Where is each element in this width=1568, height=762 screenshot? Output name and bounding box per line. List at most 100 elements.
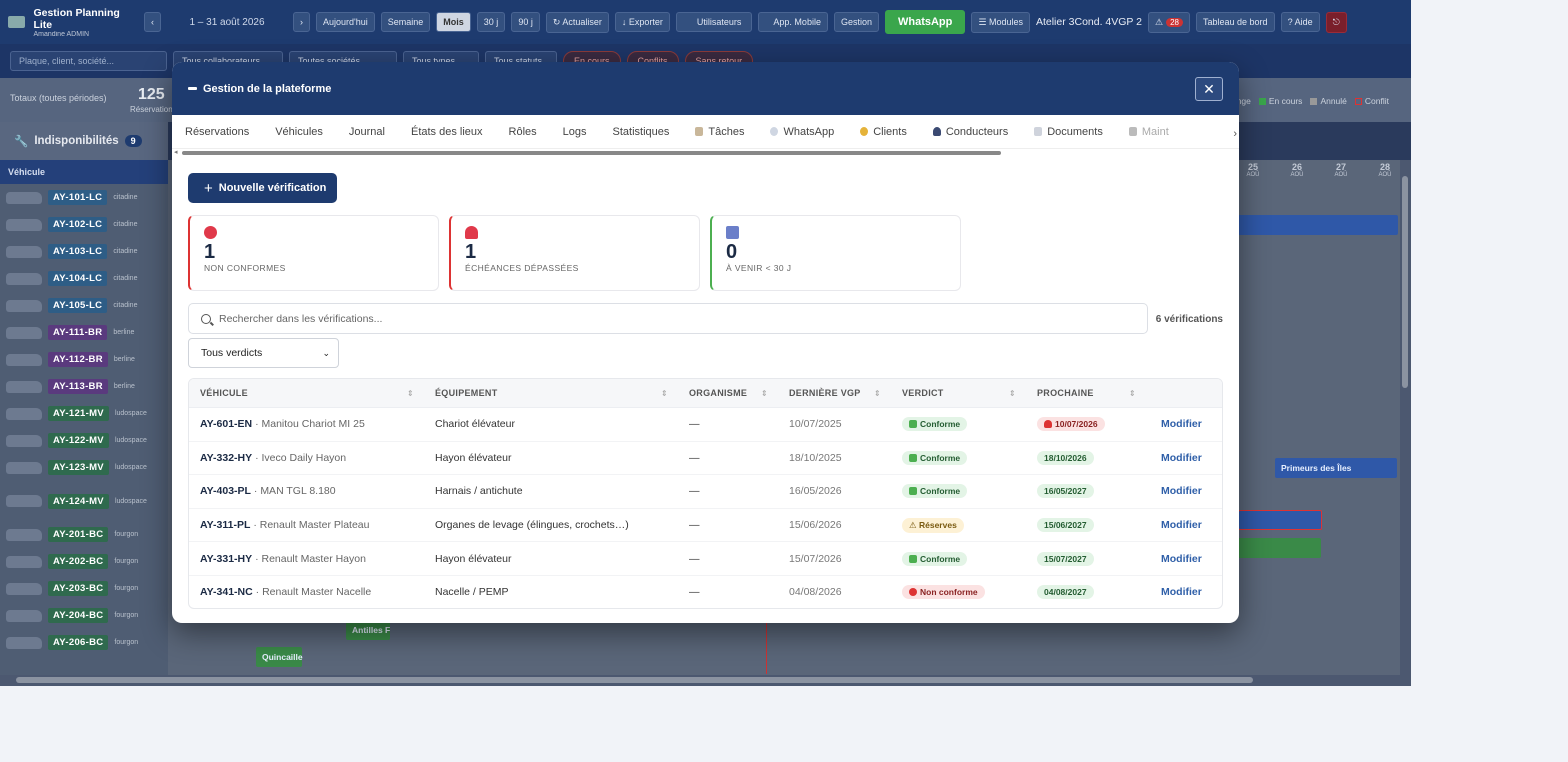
month-button[interactable]: Mois bbox=[436, 12, 471, 32]
vehicle-row[interactable]: AY-112-BR berline bbox=[0, 346, 168, 373]
alerts-count: 28 bbox=[1166, 17, 1183, 27]
tab-vehicules[interactable]: Véhicules bbox=[275, 126, 323, 138]
export-button[interactable]: ↓ Exporter bbox=[614, 12, 670, 32]
vehicle-row[interactable]: AY-122-MV ludospace bbox=[0, 427, 168, 454]
tabs-scrollbar[interactable] bbox=[182, 151, 1001, 155]
whatsapp-button[interactable]: WhatsApp bbox=[884, 10, 966, 34]
unavailability-toggle[interactable]: 🔧 Indisponibilités 9 bbox=[0, 122, 168, 160]
cell-prochaine: 15/07/2027 bbox=[1026, 551, 1150, 566]
cell-verdict: Conforme bbox=[891, 551, 1026, 566]
tab-whatsapp[interactable]: WhatsApp bbox=[770, 126, 834, 138]
col-vehicule[interactable]: VÉHICULE ⇕ bbox=[189, 379, 424, 407]
cell-organisme: — bbox=[689, 485, 700, 498]
tab-reservations[interactable]: Réservations bbox=[185, 126, 249, 138]
col-prochaine[interactable]: PROCHAINE ⇕ bbox=[1026, 379, 1146, 407]
tab-maintenance[interactable]: Maint bbox=[1128, 126, 1169, 138]
tab-documents[interactable]: Documents bbox=[1034, 126, 1103, 138]
mobile-app-button[interactable]: App. Mobile bbox=[758, 12, 828, 32]
tab-statistiques[interactable]: Statistiques bbox=[613, 126, 670, 138]
car-icon bbox=[6, 380, 42, 393]
col-equipement[interactable]: ÉQUIPEMENT ⇕ bbox=[424, 379, 678, 407]
alerts-button[interactable]: ⚠ 28 bbox=[1148, 11, 1190, 33]
edit-link[interactable]: Modifier bbox=[1161, 519, 1202, 531]
table-header: VÉHICULE ⇕ ÉQUIPEMENT ⇕ ORGANISME ⇕ DERNIÈR… bbox=[189, 379, 1222, 408]
verification-search-input[interactable]: Rechercher dans les vérifications... bbox=[188, 303, 1148, 334]
vehicle-row[interactable]: AY-124-MV ludospace bbox=[0, 481, 168, 521]
verdict-filter-select[interactable]: Tous verdicts ⌄ bbox=[188, 338, 339, 368]
vehicle-row[interactable]: AY-123-MV ludospace bbox=[0, 454, 168, 481]
bell-icon bbox=[1044, 420, 1052, 429]
close-button[interactable]: ✕ bbox=[1195, 77, 1223, 101]
minus-icon bbox=[188, 87, 197, 90]
tab-etats-des-lieux[interactable]: États des lieux bbox=[411, 126, 483, 138]
vehicle-row[interactable]: AY-103-LC citadine bbox=[0, 238, 168, 265]
horizontal-scroll-thumb[interactable] bbox=[16, 677, 1253, 683]
next-date-badge: 15/07/2027 bbox=[1037, 551, 1094, 566]
week-button[interactable]: Semaine bbox=[380, 12, 431, 32]
90-days-button[interactable]: 90 j bbox=[511, 12, 540, 32]
legend-annule: Annulé bbox=[1320, 96, 1347, 106]
vertical-scrollbar[interactable] bbox=[1400, 160, 1411, 675]
vehicle-row[interactable]: AY-111-BR berline bbox=[0, 319, 168, 346]
reservation-bar-primeurs[interactable]: Primeurs des Îles bbox=[1275, 458, 1397, 478]
vehicle-row[interactable]: AY-201-BC fourgon bbox=[0, 521, 168, 548]
reservation-bar-antilles[interactable]: Antilles F bbox=[346, 620, 390, 640]
reservation-bar-encours[interactable] bbox=[1238, 538, 1321, 558]
tab-roles[interactable]: Rôles bbox=[509, 126, 537, 138]
edit-link[interactable]: Modifier bbox=[1161, 418, 1202, 430]
30-days-button[interactable]: 30 j bbox=[476, 12, 506, 32]
chevron-right-icon[interactable]: › bbox=[1233, 128, 1237, 140]
prev-period-button[interactable]: ‹ bbox=[144, 12, 161, 32]
col-verdict[interactable]: VERDICT ⇕ bbox=[891, 379, 1026, 407]
platform-management-modal: Gestion de la plateforme ✕ Réservations … bbox=[172, 62, 1239, 623]
col-derniere-vgp[interactable]: DERNIÈRE VGP ⇕ bbox=[778, 379, 891, 407]
horizontal-scrollbar[interactable] bbox=[0, 675, 1411, 686]
help-button[interactable]: ? Aide bbox=[1280, 12, 1320, 32]
today-marker bbox=[766, 622, 767, 674]
vehicle-row[interactable]: AY-102-LC citadine bbox=[0, 211, 168, 238]
next-date-text: 10/07/2026 bbox=[1055, 419, 1098, 430]
tab-taches[interactable]: Tâches bbox=[695, 126, 744, 138]
vehicle-row[interactable]: AY-204-BC fourgon bbox=[0, 602, 168, 629]
col-organisme[interactable]: ORGANISME ⇕ bbox=[678, 379, 778, 407]
vehicle-row[interactable]: AY-105-LC citadine bbox=[0, 292, 168, 319]
car-icon bbox=[6, 555, 42, 568]
reservation-bar-quincaille[interactable]: Quincaille bbox=[256, 647, 303, 667]
refresh-button[interactable]: ↻ Actualiser bbox=[545, 11, 609, 33]
vehicle-row[interactable]: AY-113-BR berline bbox=[0, 373, 168, 400]
cell-action: Modifier bbox=[1150, 452, 1220, 464]
modal-header: Gestion de la plateforme bbox=[172, 62, 1239, 115]
tab-logs[interactable]: Logs bbox=[563, 126, 587, 138]
row-model: · Renault Master Plateau bbox=[250, 519, 370, 532]
vehicle-row[interactable]: AY-203-BC fourgon bbox=[0, 575, 168, 602]
dashboard-button[interactable]: Tableau de bord bbox=[1196, 12, 1275, 32]
vertical-scroll-thumb[interactable] bbox=[1402, 176, 1408, 388]
modules-button[interactable]: ☰ Modules bbox=[971, 11, 1030, 33]
vehicle-type: berline bbox=[113, 383, 135, 390]
chevron-left-icon[interactable]: ◂ bbox=[174, 148, 178, 156]
vehicle-row[interactable]: AY-121-MV ludospace bbox=[0, 400, 168, 427]
modal-tabs: Réservations Véhicules Journal États des… bbox=[172, 115, 1239, 149]
gestion-button[interactable]: Gestion bbox=[833, 12, 879, 32]
plate-search-input[interactable]: Plaque, client, société... bbox=[10, 51, 167, 71]
vehicle-row[interactable]: AY-206-BC fourgon bbox=[0, 629, 168, 656]
reservation-bar-conflict[interactable] bbox=[1238, 510, 1322, 530]
logout-button[interactable]: ⎋ bbox=[1325, 11, 1347, 33]
vehicle-row[interactable]: AY-104-LC citadine bbox=[0, 265, 168, 292]
new-verification-button[interactable]: + Nouvelle vérification bbox=[188, 173, 337, 203]
edit-link[interactable]: Modifier bbox=[1161, 553, 1202, 565]
edit-link[interactable]: Modifier bbox=[1161, 452, 1202, 464]
vehicle-row[interactable]: AY-101-LC citadine bbox=[0, 184, 168, 211]
reservation-bar[interactable] bbox=[1238, 215, 1398, 235]
tab-clients[interactable]: Clients bbox=[860, 126, 907, 138]
tab-journal[interactable]: Journal bbox=[349, 126, 385, 138]
users-button[interactable]: Utilisateurs bbox=[675, 12, 753, 32]
verdict-text: Conforme bbox=[920, 486, 961, 497]
edit-link[interactable]: Modifier bbox=[1161, 586, 1202, 598]
tab-conducteurs[interactable]: Conducteurs bbox=[932, 126, 1008, 138]
vehicle-row[interactable]: AY-202-BC fourgon bbox=[0, 548, 168, 575]
today-button[interactable]: Aujourd'hui bbox=[316, 12, 375, 32]
edit-link[interactable]: Modifier bbox=[1161, 485, 1202, 497]
car-icon bbox=[6, 353, 42, 366]
next-period-button[interactable]: › bbox=[293, 12, 310, 32]
